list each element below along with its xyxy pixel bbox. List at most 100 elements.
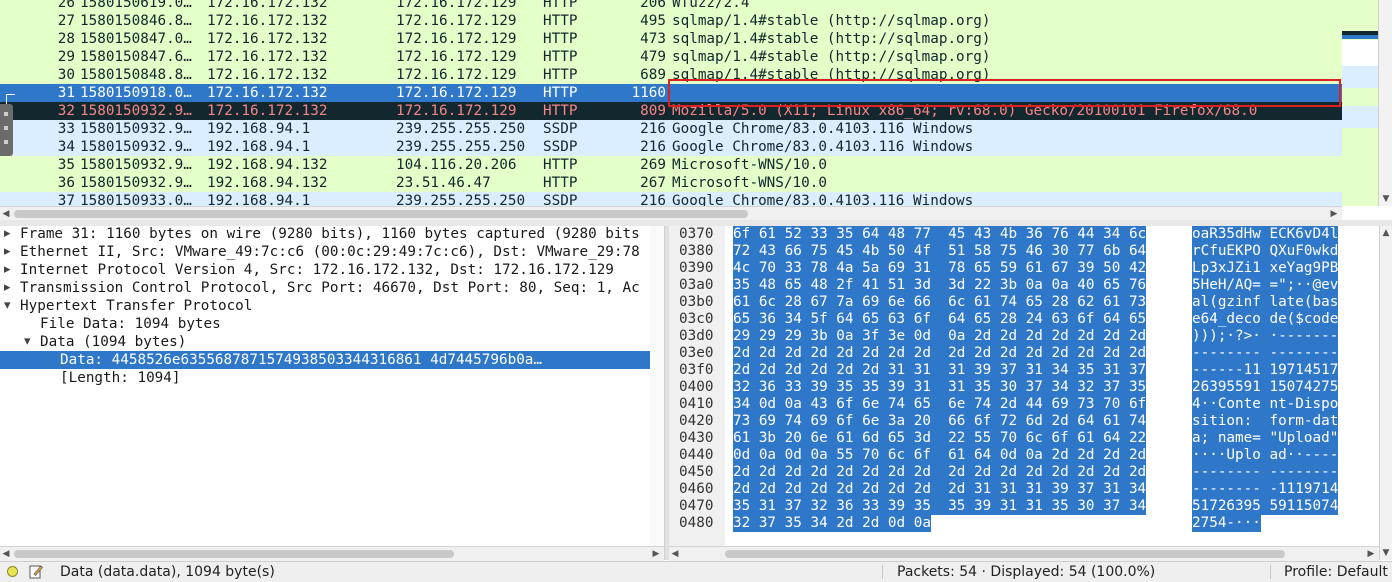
bytes-offset: 0450: [679, 464, 714, 480]
bytes-ascii: 51726395 59115074: [1192, 498, 1339, 515]
packet-row[interactable]: 35 1580150932.9… 192.168.94.132 104.116.20.…: [0, 156, 1342, 174]
scroll-left-icon[interactable]: ◀: [669, 547, 681, 561]
scroll-down-icon[interactable]: ▼: [1380, 192, 1392, 206]
bytes-row[interactable]: 0460 2d 2d 2d 2d 2d 2d 2d 2d 2d 31 31 31 …: [669, 481, 1379, 498]
packet-row[interactable]: 28 1580150847.0… 172.16.172.132 172.16.172.…: [0, 30, 1342, 48]
packet-bytes-pane[interactable]: 0370 6f 61 52 33 35 64 48 77 45 43 4b 36 …: [669, 226, 1379, 546]
bytes-row[interactable]: 0420 73 69 74 69 6f 6e 3a 20 66 6f 72 6d …: [669, 413, 1379, 430]
hscroll-thumb[interactable]: [14, 210, 748, 218]
collapsed-arrow-icon[interactable]: ▸: [4, 226, 11, 243]
hscroll-thumb[interactable]: [725, 550, 1285, 558]
tree-item[interactable]: Data: 4458526e63556878715749385033443168…: [0, 351, 664, 369]
bytes-row[interactable]: 03e0 2d 2d 2d 2d 2d 2d 2d 2d 2d 2d 2d 2d …: [669, 345, 1379, 362]
collapsed-arrow-icon[interactable]: ▸: [4, 243, 11, 261]
bytes-offset: 0470: [679, 498, 714, 514]
expert-info-icon[interactable]: [7, 566, 18, 577]
packet-len-cell: 689: [640, 67, 666, 83]
packet-details-tree[interactable]: ▸ Frame 31: 1160 bytes on wire (9280 bits…: [0, 226, 664, 546]
scroll-left-icon[interactable]: ◀: [0, 207, 12, 221]
packet-len-cell: 473: [640, 31, 666, 47]
packet-row[interactable]: 36 1580150932.9… 192.168.94.132 23.51.46.47…: [0, 174, 1342, 192]
packet-info-cell: Wfuzz/2.4: [672, 0, 750, 11]
packet-list-vscrollbar[interactable]: ▼: [1378, 0, 1392, 206]
tree-item[interactable]: ▸ Ethernet II, Src: VMware_49:7c:c6 (00:0…: [0, 243, 664, 261]
tree-item[interactable]: [Length: 1094]: [0, 369, 664, 387]
packet-row[interactable]: 29 1580150847.6… 172.16.172.132 172.16.172.…: [0, 48, 1342, 66]
tree-item[interactable]: File Data: 1094 bytes: [0, 315, 664, 333]
bytes-row[interactable]: 03b0 61 6c 28 67 7a 69 6e 66 6c 61 74 65 …: [669, 294, 1379, 311]
tree-item[interactable]: ▾ Data (1094 bytes): [0, 333, 664, 351]
packet-len-cell: 216: [640, 139, 666, 155]
bytes-row[interactable]: 0370 6f 61 52 33 35 64 48 77 45 43 4b 36 …: [669, 226, 1379, 243]
tree-item-label: Data (1094 bytes): [40, 334, 187, 350]
packet-row[interactable]: 33 1580150932.9… 192.168.94.1 239.255.255.2…: [0, 120, 1342, 138]
bytes-row[interactable]: 0380 72 43 66 75 45 4b 50 4f 51 58 75 46 …: [669, 243, 1379, 260]
bytes-row[interactable]: 03f0 2d 2d 2d 2d 2d 2d 31 31 31 39 37 31 …: [669, 362, 1379, 379]
tree-item-label: Ethernet II, Src: VMware_49:7c:c6 (00:0c…: [20, 244, 640, 260]
collapsed-arrow-icon[interactable]: ▸: [4, 261, 11, 279]
side-dock-handle[interactable]: [0, 104, 13, 156]
tree-item[interactable]: ▸ Frame 31: 1160 bytes on wire (9280 bits…: [0, 226, 664, 243]
bytes-offset: 0400: [679, 379, 714, 395]
bytes-row[interactable]: 0400 32 36 33 39 35 35 39 31 31 35 30 37 …: [669, 379, 1379, 396]
bytes-row[interactable]: 0440 0d 0a 0d 0a 55 70 6c 6f 61 64 0d 0a …: [669, 447, 1379, 464]
bytes-row[interactable]: 03a0 35 48 65 48 2f 41 51 3d 3d 22 3b 0a …: [669, 277, 1379, 294]
scroll-down-icon[interactable]: ▼: [1380, 546, 1392, 560]
packet-len-cell: 216: [640, 121, 666, 137]
scroll-up-icon[interactable]: ▲: [1380, 226, 1392, 240]
packet-info-cell: Google Chrome/83.0.4103.116 Windows: [672, 193, 974, 206]
packet-info-cell: sqlmap/1.4#stable (http://sqlmap.org): [672, 31, 991, 47]
packet-info-cell: Google Chrome/83.0.4103.116 Windows: [672, 139, 974, 155]
tree-item-label: [Length: 1094]: [60, 370, 181, 386]
bytes-hex: 32 36 33 39 35 35 39 31 31 35 30 37 34 3…: [733, 379, 1147, 396]
status-bar: Data (data.data), 1094 byte(s) Packets: …: [0, 561, 1392, 582]
packet-minimap[interactable]: [1342, 0, 1378, 206]
bytes-row[interactable]: 0470 35 31 37 32 36 33 39 35 35 39 31 31 …: [669, 498, 1379, 515]
bytes-hex: 72 43 66 75 45 4b 50 4f 51 58 75 46 30 7…: [733, 243, 1147, 260]
bytes-hex: 0d 0a 0d 0a 55 70 6c 6f 61 64 0d 0a 2d 2…: [733, 447, 1147, 464]
profile-text[interactable]: Profile: Default: [1284, 562, 1388, 582]
bytes-hex: 61 6c 28 67 7a 69 6e 66 6c 61 74 65 28 6…: [733, 294, 1147, 311]
bytes-hex: 65 36 34 5f 64 65 63 6f 64 65 28 24 63 6…: [733, 311, 1147, 328]
scroll-left-icon[interactable]: ◀: [0, 547, 12, 561]
packet-list-hscrollbar[interactable]: ◀ ▶: [0, 206, 1342, 221]
hscroll-thumb[interactable]: [14, 550, 454, 558]
collapsed-arrow-icon[interactable]: ▸: [4, 279, 11, 297]
bytes-row[interactable]: 03d0 29 29 29 3b 0a 3f 3e 0d 0a 2d 2d 2d …: [669, 328, 1379, 345]
status-separator: [882, 565, 883, 579]
tree-item[interactable]: ▾ Hypertext Transfer Protocol: [0, 297, 664, 315]
packet-row[interactable]: 27 1580150846.8… 172.16.172.132 172.16.172.…: [0, 12, 1342, 30]
capture-comment-icon[interactable]: [29, 564, 43, 579]
bytes-ascii: 4··Conte nt-Dispo: [1192, 396, 1339, 413]
expanded-arrow-icon[interactable]: ▾: [24, 333, 31, 351]
packet-count-text: Packets: 54 · Displayed: 54 (100.0%): [897, 564, 1156, 580]
packet-info-cell: Microsoft-WNS/10.0: [672, 175, 827, 191]
scroll-right-icon[interactable]: ▶: [1328, 207, 1340, 221]
tree-item[interactable]: ▸ Internet Protocol Version 4, Src: 172.1…: [0, 261, 664, 279]
packet-row[interactable]: 26 1580150619.0… 172.16.172.132 172.16.172.…: [0, 0, 1342, 12]
tree-item-label: Hypertext Transfer Protocol: [20, 298, 253, 314]
bytes-row[interactable]: 0480 32 37 35 34 2d 2d 0d 0a 2754-···: [669, 515, 1379, 532]
scroll-right-icon[interactable]: ▶: [650, 547, 662, 561]
bytes-hex: 4c 70 33 78 4a 5a 69 31 78 65 59 61 67 3…: [733, 260, 1147, 277]
expanded-arrow-icon[interactable]: ▾: [4, 297, 11, 315]
packet-row[interactable]: 34 1580150932.9… 192.168.94.1 239.255.255.2…: [0, 138, 1342, 156]
packet-row[interactable]: 37 1580150933.0… 192.168.94.1 239.255.255.2…: [0, 192, 1342, 206]
highlight-box: [668, 79, 1341, 107]
packet-info-cell: sqlmap/1.4#stable (http://sqlmap.org): [672, 13, 991, 29]
bytes-row[interactable]: 03c0 65 36 34 5f 64 65 63 6f 64 65 28 24 …: [669, 311, 1379, 328]
bytes-row[interactable]: 0430 61 3b 20 6e 61 6d 65 3d 22 55 70 6c …: [669, 430, 1379, 447]
bytes-vscrollbar[interactable]: ▲ ▼: [1379, 226, 1392, 560]
bytes-row[interactable]: 0410 34 0d 0a 43 6f 6e 74 65 6e 74 2d 44 …: [669, 396, 1379, 413]
minimap-mark: [1342, 40, 1378, 66]
scroll-right-icon[interactable]: ▶: [1365, 547, 1377, 561]
tree-item[interactable]: ▸ Transmission Control Protocol, Src Port…: [0, 279, 664, 297]
bytes-hscrollbar[interactable]: ◀ ▶: [669, 546, 1379, 561]
details-vscrollbar[interactable]: [650, 226, 664, 546]
bytes-offset: 0460: [679, 481, 714, 497]
bytes-ascii: -------- --------: [1192, 345, 1339, 362]
bytes-row[interactable]: 0450 2d 2d 2d 2d 2d 2d 2d 2d 2d 2d 2d 2d …: [669, 464, 1379, 481]
bytes-row[interactable]: 0390 4c 70 33 78 4a 5a 69 31 78 65 59 61 …: [669, 260, 1379, 277]
details-hscrollbar[interactable]: ◀ ▶: [0, 546, 664, 561]
bytes-hex: 61 3b 20 6e 61 6d 65 3d 22 55 70 6c 6f 6…: [733, 430, 1147, 447]
